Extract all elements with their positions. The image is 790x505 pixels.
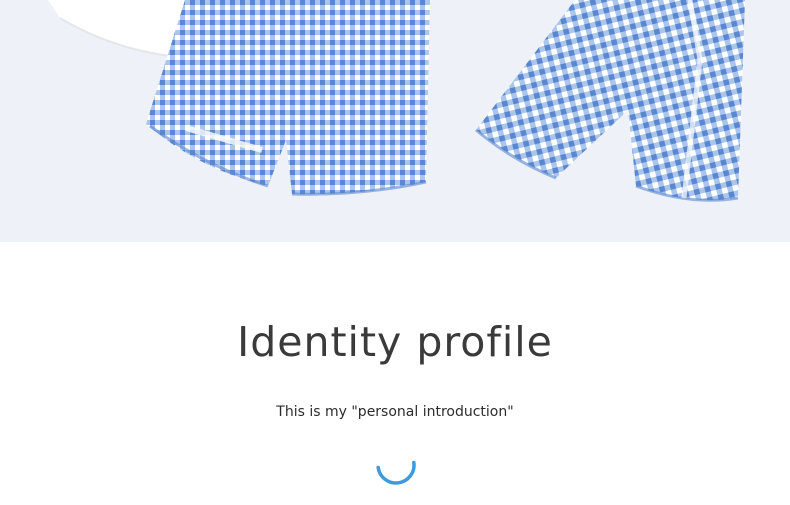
section-title: Identity profile — [237, 318, 553, 366]
gingham-shorts — [146, 0, 430, 195]
section-subtitle: This is my "personal introduction" — [276, 404, 514, 420]
product-hero-image — [0, 0, 790, 242]
gingham-pants-illustration — [48, 0, 745, 202]
gingham-long-pants — [476, 0, 745, 201]
loading-spinner-icon — [374, 443, 418, 487]
